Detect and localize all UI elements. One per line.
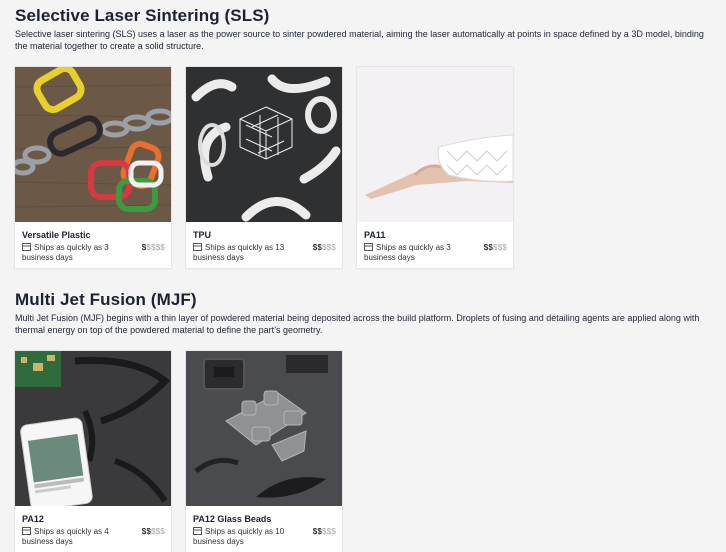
material-name: PA12 Glass Beads xyxy=(193,514,272,524)
material-image xyxy=(186,351,342,506)
ship-time: Ships as quickly as 13 business days xyxy=(193,243,303,263)
price-inactive: $$$$ xyxy=(146,243,165,252)
material-image xyxy=(357,67,513,222)
ship-text: Ships as quickly as 3 business days xyxy=(364,243,451,262)
material-image xyxy=(186,67,342,222)
section-description: Selective laser sintering (SLS) uses a l… xyxy=(15,29,704,51)
box-icon xyxy=(22,527,31,535)
price-level: $$$$$ xyxy=(142,243,165,252)
material-image xyxy=(15,67,171,222)
price-active: $$ xyxy=(141,527,152,536)
material-name: TPU xyxy=(193,230,211,240)
ship-time: Ships as quickly as 10 business days xyxy=(193,527,303,547)
material-card-tpu[interactable]: TPU Ships as quickly as 13 business days… xyxy=(186,67,342,268)
ship-time: Ships as quickly as 3 business days xyxy=(22,243,132,263)
section-description: Multi Jet Fusion (MJF) begins with a thi… xyxy=(15,313,700,335)
price-level: $$$$$ xyxy=(313,243,336,252)
material-name: Versatile Plastic xyxy=(22,230,91,240)
ship-text: Ships as quickly as 3 business days xyxy=(22,243,109,262)
material-card-pa12[interactable]: PA12 Ships as quickly as 4 business days… xyxy=(15,351,171,552)
price-inactive: $$$ xyxy=(493,243,507,252)
section-title: Multi Jet Fusion (MJF) xyxy=(15,290,197,309)
ship-text: Ships as quickly as 10 business days xyxy=(193,527,285,546)
material-name: PA11 xyxy=(364,230,386,240)
price-level: $$$$$ xyxy=(313,527,336,536)
sls-section: Selective Laser Sintering (SLS) Selectiv… xyxy=(15,6,715,52)
box-icon xyxy=(193,527,202,535)
material-image xyxy=(15,351,171,506)
material-card-pa12-glass-beads[interactable]: PA12 Glass Beads Ships as quickly as 10 … xyxy=(186,351,342,552)
material-card-versatile-plastic[interactable]: Versatile Plastic Ships as quickly as 3 … xyxy=(15,67,171,268)
price-level: $$$$$ xyxy=(142,527,165,536)
price-level: $$$$$ xyxy=(484,243,507,252)
ship-time: Ships as quickly as 3 business days xyxy=(364,243,474,263)
price-inactive: $$$ xyxy=(322,527,336,536)
ship-time: Ships as quickly as 4 business days xyxy=(22,527,132,547)
box-icon xyxy=(364,243,373,251)
price-inactive: $$$ xyxy=(322,243,336,252)
material-name: PA12 xyxy=(22,514,44,524)
box-icon xyxy=(22,243,31,251)
ship-text: Ships as quickly as 4 business days xyxy=(22,527,109,546)
price-active: $$ xyxy=(312,243,323,252)
material-card-pa11[interactable]: PA11 Ships as quickly as 3 business days… xyxy=(357,67,513,268)
box-icon xyxy=(193,243,202,251)
price-inactive: $$$ xyxy=(151,527,165,536)
section-title: Selective Laser Sintering (SLS) xyxy=(15,6,270,25)
mjf-section: Multi Jet Fusion (MJF) Multi Jet Fusion … xyxy=(15,290,715,336)
ship-text: Ships as quickly as 13 business days xyxy=(193,243,285,262)
price-active: $$ xyxy=(483,243,494,252)
price-active: $$ xyxy=(312,527,323,536)
